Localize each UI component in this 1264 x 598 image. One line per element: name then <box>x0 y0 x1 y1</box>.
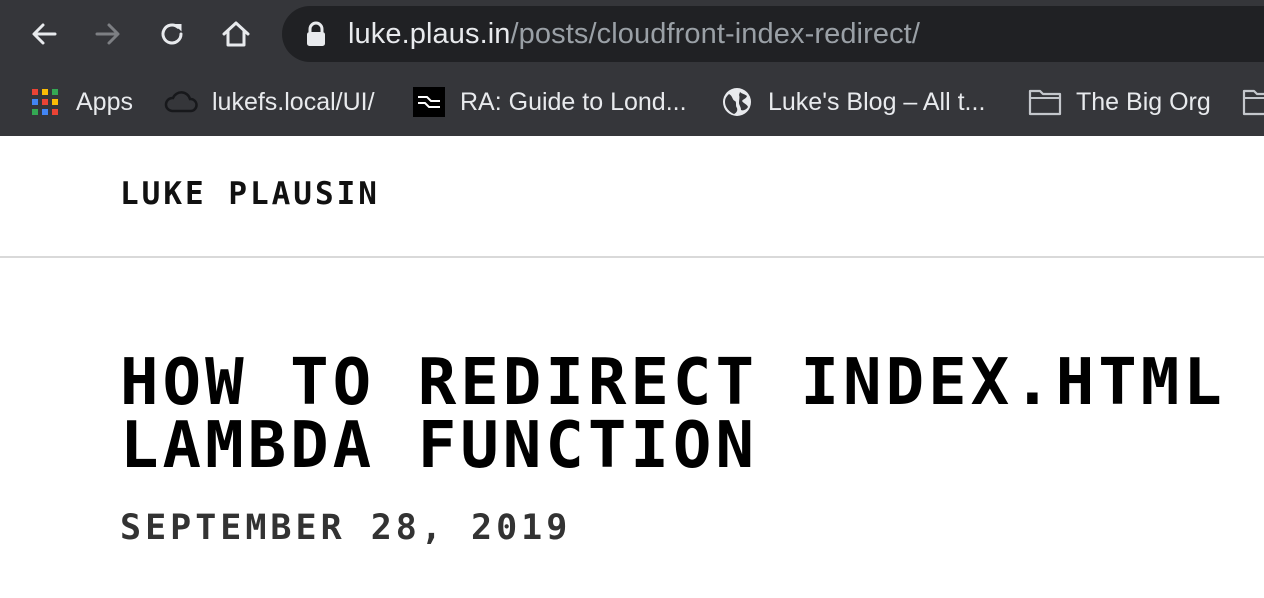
post-title-line-2: LAMBDA FUNCTION <box>120 409 758 478</box>
bookmark-apps[interactable]: Apps <box>28 80 133 124</box>
globe-icon <box>720 85 754 119</box>
site-header: LUKE PLAUSIN <box>0 136 1264 258</box>
bookmark-label: Apps <box>76 87 133 116</box>
apps-grid-icon <box>28 85 62 119</box>
bookmark-folder-overflow[interactable] <box>1242 80 1264 124</box>
post-date: SEPTEMBER 28, 2019 <box>120 508 572 548</box>
address-bar[interactable]: luke.plaus.in/posts/cloudfront-index-red… <box>282 6 1264 62</box>
post-title: HOW TO REDIRECT INDEX.HTML LAMBDA FUNCTI… <box>120 352 1264 478</box>
forward-button[interactable] <box>86 12 130 56</box>
bookmark-label: The Big Org <box>1076 87 1211 116</box>
bookmark-lukes-blog[interactable]: Luke's Blog – All t... <box>720 80 985 124</box>
bookmark-folder-big-org[interactable]: The Big Org <box>1028 80 1211 124</box>
bookmark-lukefs[interactable]: lukefs.local/UI/ <box>164 80 375 124</box>
url-host: luke.plaus.in <box>348 18 511 50</box>
home-icon <box>222 21 250 47</box>
ra-logo-icon <box>412 85 446 119</box>
bookmarks-bar: Apps lukefs.local/UI/ RA: Guide to Lond.… <box>0 68 1264 136</box>
bookmark-label: lukefs.local/UI/ <box>212 87 375 116</box>
arrow-left-icon <box>32 23 57 45</box>
site-title-link[interactable]: LUKE PLAUSIN <box>120 176 380 212</box>
bookmark-label: Luke's Blog – All t... <box>768 87 986 116</box>
bookmark-label: RA: Guide to Lond... <box>460 87 687 116</box>
url-path: /posts/cloudfront-index-redirect/ <box>510 18 920 50</box>
back-button[interactable] <box>22 12 66 56</box>
arrow-right-icon <box>95 23 120 45</box>
home-button[interactable] <box>214 12 258 56</box>
reload-icon <box>161 23 183 45</box>
reload-button[interactable] <box>150 12 194 56</box>
lock-icon[interactable] <box>304 21 328 47</box>
folder-icon <box>1242 85 1264 119</box>
browser-toolbar: luke.plaus.in/posts/cloudfront-index-red… <box>0 0 1264 68</box>
url-text[interactable]: luke.plaus.in/posts/cloudfront-index-red… <box>348 16 920 52</box>
folder-icon <box>1028 85 1062 119</box>
cloud-icon <box>164 85 198 119</box>
bookmark-ra-guide[interactable]: RA: Guide to Lond... <box>412 80 687 124</box>
